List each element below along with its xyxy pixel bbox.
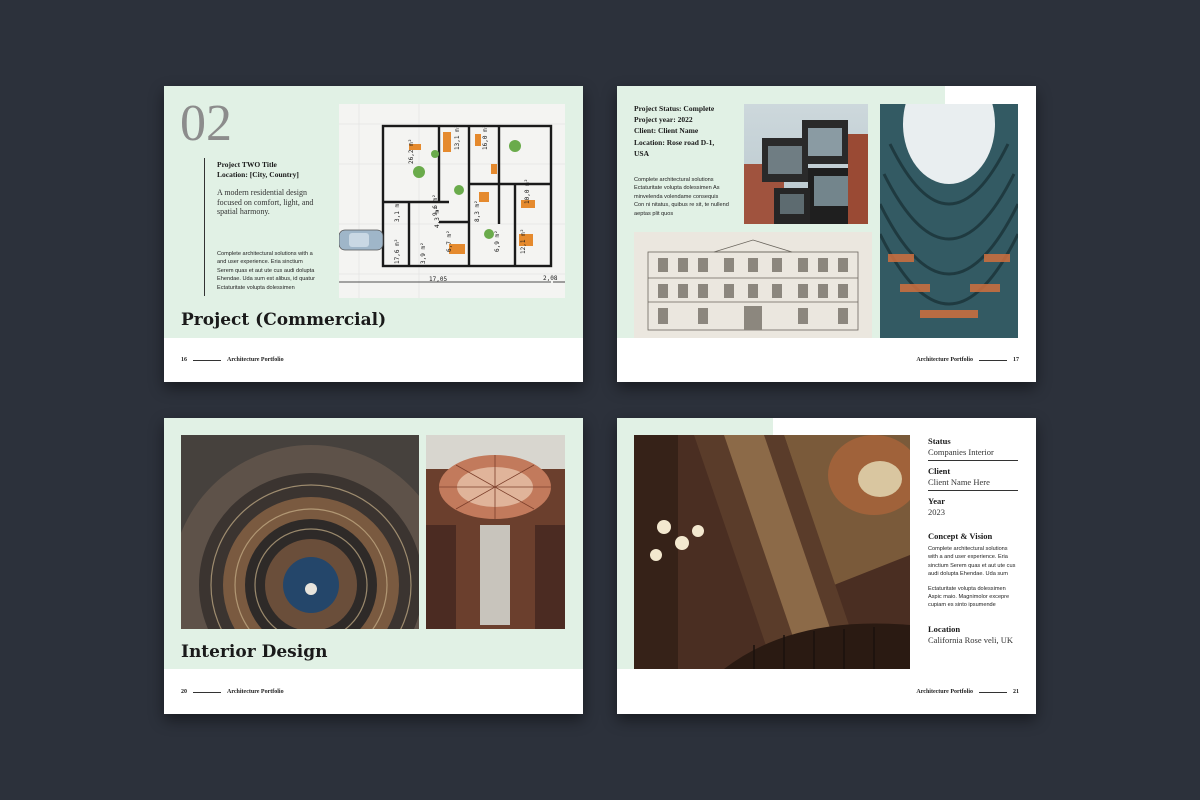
page-number: 21 [1013,689,1019,695]
year-value: 2023 [928,507,945,517]
project-title: Project TWO Title [217,160,277,169]
footer-title: Architecture Portfolio [227,689,284,695]
client-value: Client Name Here [928,477,990,487]
svg-text:17,05: 17,05 [429,276,447,283]
svg-text:6,9 m²: 6,9 m² [494,230,501,252]
atrium-dome-photo [426,435,565,629]
status-value: Companies Interior [928,447,994,457]
page-footer: Architecture Portfolio 21 [916,689,1019,695]
footer-rule [193,691,221,693]
project-location: Location: Rose road D-1, USA [634,138,715,158]
footer-title: Architecture Portfolio [916,689,973,695]
svg-text:3,1 m²: 3,1 m² [394,200,401,222]
status-label: Status [928,436,951,446]
page-footer: 16 Architecture Portfolio [181,357,284,363]
page-footer: 20 Architecture Portfolio [181,689,284,695]
svg-text:16,0 m²: 16,0 m² [482,125,489,150]
floor-plan-image: 26,2 m² 13,1 m² 16,0 m² 10,0 m² 8,3 m² 9… [339,104,565,298]
location-value: California Rose veli, UK [928,634,1013,645]
svg-text:8,3 m²: 8,3 m² [474,200,481,222]
vertical-rule [204,158,205,296]
project-description: A modern residential design focused on c… [217,188,314,216]
portfolio-page-17: Project Status: Complete Project year: 2… [617,86,1036,382]
page-number: 16 [181,357,187,363]
project-body: Complete architectural solutions Ectatur… [634,177,729,217]
section-numeral: 02 [180,95,232,152]
svg-text:2,08: 2,08 [543,275,558,282]
curved-tower-photo [880,104,1018,338]
footer-rule [979,691,1007,693]
portfolio-page-21: Status Companies Interior Client Client … [617,418,1036,714]
project-year: Project year: 2022 [634,115,693,124]
details-column: Status Companies Interior Client Client … [928,436,1018,645]
svg-text:3,9 m²: 3,9 m² [420,242,427,264]
concept-label: Concept & Vision [928,531,993,541]
footer-title: Architecture Portfolio [227,357,284,363]
portfolio-page-16: 02 Project TWO Title Location: [City, Co… [164,86,583,382]
page-number: 17 [1013,357,1019,363]
project-location: Location: [City, Country] [217,170,299,179]
modern-building-photo [744,104,868,224]
section-heading: Interior Design [181,642,328,662]
classical-facade-drawing [634,232,872,338]
page-number: 20 [181,689,187,695]
svg-text:12,1 m²: 12,1 m² [520,229,527,254]
svg-text:17,6 m²: 17,6 m² [394,239,401,264]
divider [928,460,1018,461]
ornate-interior-photo [634,435,910,669]
svg-text:13,1 m²: 13,1 m² [454,125,461,150]
concept-body: Complete architectural solutions with a … [928,546,1016,578]
client-label: Client [928,466,951,476]
location-label: Location [928,623,961,634]
svg-text:10,0 m²: 10,0 m² [524,179,531,204]
project-body: Complete architectural solutions with a … [217,251,315,291]
page-footer: Architecture Portfolio 17 [916,357,1019,363]
section-heading: Project (Commercial) [181,310,387,330]
project-client: Client: Client Name [634,126,699,135]
svg-text:4,3 m²: 4,3 m² [434,206,441,228]
spiral-staircase-photo [181,435,419,629]
svg-text:26,2 m²: 26,2 m² [408,139,415,164]
footer-rule [193,359,221,361]
portfolio-page-20: Interior Design 20 Architecture Portfoli… [164,418,583,714]
concept-body-2: Ectaturitate volupta dolessimen Aspic ma… [928,585,1010,609]
project-status: Project Status: Complete [634,104,715,113]
svg-text:6,7 m²: 6,7 m² [446,230,453,252]
divider [928,490,1018,491]
footer-rule [979,359,1007,361]
footer-title: Architecture Portfolio [916,357,973,363]
year-label: Year [928,496,945,506]
